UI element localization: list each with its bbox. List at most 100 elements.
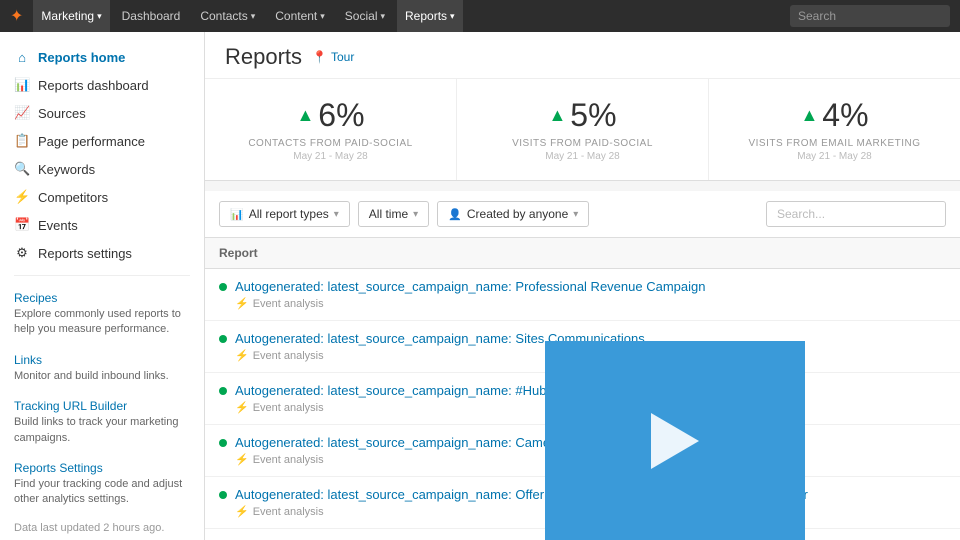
- report-type-tag: Event analysis: [253, 454, 324, 466]
- status-dot: [219, 283, 227, 291]
- stat-visits-email-value: ▲ 4%: [729, 97, 940, 134]
- sidebar: ⌂ Reports home 📊 Reports dashboard 📈 Sou…: [0, 32, 205, 540]
- report-column-header: Report: [219, 246, 258, 260]
- report-name: Autogenerated: latest_source_campaign_na…: [235, 279, 705, 294]
- stat-card-contacts-paid-social: ▲ 6% CONTACTS FROM PAID-SOCIAL May 21 - …: [205, 79, 457, 180]
- sidebar-item-sources[interactable]: 📈 Sources: [0, 99, 204, 127]
- stat-visits-paid-label: VISITS FROM PAID-SOCIAL: [477, 138, 688, 149]
- tour-button[interactable]: 📍 Tour: [312, 50, 354, 64]
- tracking-url-description: Build links to track your marketing camp…: [14, 415, 190, 446]
- stat-card-visits-paid-social: ▲ 5% VISITS FROM PAID-SOCIAL May 21 - Ma…: [457, 79, 709, 180]
- sidebar-reports-settings-section: Reports Settings Find your tracking code…: [0, 454, 204, 516]
- created-by-icon: 👤: [448, 208, 462, 221]
- sidebar-keywords-label: Keywords: [38, 162, 95, 177]
- stat-contacts-value: ▲ 6%: [225, 97, 436, 134]
- sidebar-reports-home-label: Reports home: [38, 50, 125, 65]
- performance-icon: 📋: [14, 133, 30, 149]
- nav-content-label: Content: [275, 9, 317, 23]
- pin-icon: 📍: [312, 50, 327, 64]
- tour-label: Tour: [331, 50, 354, 64]
- video-overlay[interactable]: [545, 341, 805, 540]
- links-link[interactable]: Links: [14, 353, 42, 367]
- nav-contacts-label: Contacts: [200, 9, 247, 23]
- links-description: Monitor and build inbound links.: [14, 369, 190, 384]
- event-analysis-icon: ⚡: [235, 401, 249, 414]
- competitors-icon: ⚡: [14, 189, 30, 205]
- sidebar-item-events[interactable]: 📅 Events: [0, 211, 204, 239]
- report-type-tag: Event analysis: [253, 350, 324, 362]
- reports-settings-link[interactable]: Reports Settings: [14, 461, 103, 475]
- nav-item-contacts[interactable]: Contacts ▾: [192, 0, 263, 32]
- sidebar-divider: [14, 275, 190, 276]
- sidebar-item-page-performance[interactable]: 📋 Page performance: [0, 127, 204, 155]
- reports-settings-description: Find your tracking code and adjust other…: [14, 477, 190, 508]
- nav-marketing-caret: ▾: [97, 11, 102, 22]
- stat-contacts-label: CONTACTS FROM PAID-SOCIAL: [225, 138, 436, 149]
- keywords-icon: 🔍: [14, 161, 30, 177]
- sidebar-reports-settings-label: Reports settings: [38, 246, 132, 261]
- status-dot: [219, 491, 227, 499]
- event-analysis-icon: ⚡: [235, 505, 249, 518]
- nav-item-social[interactable]: Social ▾: [337, 0, 393, 32]
- sidebar-page-performance-label: Page performance: [38, 134, 145, 149]
- page-title: Reports: [225, 44, 302, 70]
- sidebar-item-reports-home[interactable]: ⌂ Reports home: [0, 44, 204, 71]
- table-header: Report: [205, 238, 960, 269]
- nav-reports-caret: ▾: [450, 11, 455, 22]
- nav-item-marketing[interactable]: Marketing ▾: [33, 0, 109, 32]
- reports-search-input[interactable]: [766, 201, 946, 227]
- event-analysis-icon: ⚡: [235, 297, 249, 310]
- nav-dashboard-label: Dashboard: [122, 9, 181, 23]
- sidebar-tracking-url-section: Tracking URL Builder Build links to trac…: [0, 392, 204, 454]
- home-icon: ⌂: [14, 50, 30, 65]
- tracking-url-builder-link[interactable]: Tracking URL Builder: [14, 399, 127, 413]
- settings-icon: ⚙: [14, 245, 30, 261]
- sidebar-links-section: Links Monitor and build inbound links.: [0, 346, 204, 392]
- play-button-icon: [651, 413, 699, 469]
- sidebar-footer: Data last updated 2 hours ago.: [0, 516, 204, 540]
- time-filter[interactable]: All time ▾: [358, 201, 429, 227]
- sources-icon: 📈: [14, 105, 30, 121]
- sidebar-reports-dashboard-label: Reports dashboard: [38, 78, 149, 93]
- nav-marketing-label: Marketing: [41, 9, 94, 23]
- filters-row: 📊 All report types ▾ All time ▾ 👤 Create…: [205, 191, 960, 238]
- sidebar-item-competitors[interactable]: ⚡ Competitors: [0, 183, 204, 211]
- report-type-tag: Event analysis: [253, 506, 324, 518]
- global-search-input[interactable]: [790, 5, 950, 27]
- stat-visits-email-number: 4%: [822, 97, 868, 134]
- time-label: All time: [369, 207, 408, 221]
- stat-visits-email-label: VISITS FROM EMAIL MARKETING: [729, 138, 940, 149]
- status-dot: [219, 439, 227, 447]
- sidebar-events-label: Events: [38, 218, 78, 233]
- sidebar-item-reports-settings[interactable]: ⚙ Reports settings: [0, 239, 204, 267]
- table-row[interactable]: Autogenerated: latest_source_campaign_na…: [205, 269, 960, 321]
- recipes-description: Explore commonly used reports to help yo…: [14, 307, 190, 338]
- report-type-icon: 📊: [230, 208, 244, 221]
- chart-icon: 📊: [14, 77, 30, 93]
- nav-item-reports[interactable]: Reports ▾: [397, 0, 463, 32]
- nav-reports-label: Reports: [405, 9, 447, 23]
- status-dot: [219, 335, 227, 343]
- nav-item-content[interactable]: Content ▾: [267, 0, 333, 32]
- stat-visits-paid-date: May 21 - May 28: [477, 151, 688, 162]
- stat-visits-paid-value: ▲ 5%: [477, 97, 688, 134]
- stat-contacts-date: May 21 - May 28: [225, 151, 436, 162]
- nav-item-dashboard[interactable]: Dashboard: [114, 0, 189, 32]
- nav-social-label: Social: [345, 9, 378, 23]
- report-type-tag: Event analysis: [253, 298, 324, 310]
- sidebar-competitors-label: Competitors: [38, 190, 108, 205]
- stats-row: ▲ 6% CONTACTS FROM PAID-SOCIAL May 21 - …: [205, 79, 960, 181]
- sidebar-item-reports-dashboard[interactable]: 📊 Reports dashboard: [0, 71, 204, 99]
- time-caret: ▾: [413, 209, 418, 220]
- created-by-filter[interactable]: 👤 Created by anyone ▾: [437, 201, 589, 227]
- report-type-filter[interactable]: 📊 All report types ▾: [219, 201, 350, 227]
- stat-visits-email-arrow: ▲: [800, 105, 818, 126]
- nav-content-caret: ▾: [320, 11, 325, 22]
- logo-icon: ✦: [10, 6, 23, 26]
- stat-visits-paid-arrow: ▲: [548, 105, 566, 126]
- recipes-link[interactable]: Recipes: [14, 291, 57, 305]
- page-header: Reports 📍 Tour: [205, 32, 960, 79]
- stat-contacts-number: 6%: [318, 97, 364, 134]
- sidebar-item-keywords[interactable]: 🔍 Keywords: [0, 155, 204, 183]
- stat-visits-paid-number: 5%: [570, 97, 616, 134]
